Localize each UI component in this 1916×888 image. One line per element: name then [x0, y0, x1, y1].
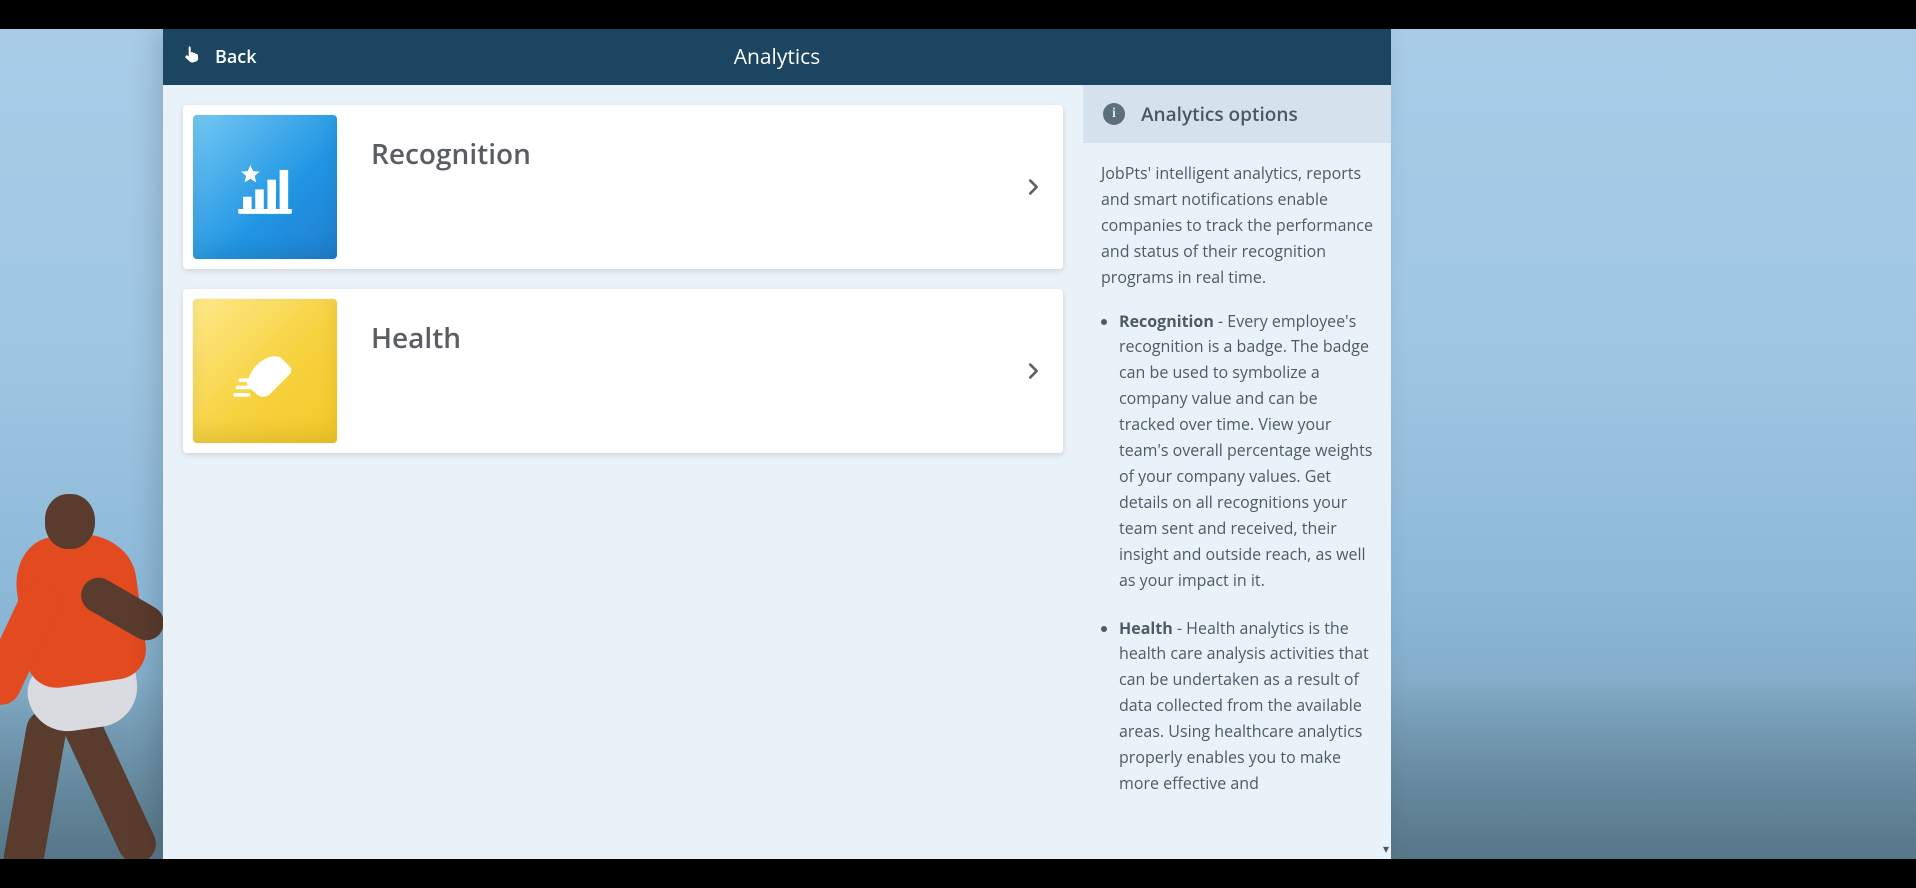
- sidebar-bullet-list: Recognition - Every employee's recogniti…: [1101, 309, 1373, 797]
- chevron-right-icon: [1003, 105, 1063, 269]
- sidebar-column: i Analytics options JobPts' intelligent …: [1083, 85, 1391, 859]
- card-health[interactable]: Health: [183, 289, 1063, 453]
- card-label: Recognition: [371, 135, 531, 173]
- sidebar-bullet: Health - Health analytics is the health …: [1119, 616, 1373, 797]
- sidebar-title: Analytics options: [1141, 101, 1298, 127]
- bullet-title: Health: [1119, 617, 1173, 639]
- panel-body: Recognition: [163, 85, 1391, 859]
- info-icon: i: [1103, 103, 1125, 125]
- card-label: Health: [371, 319, 461, 357]
- page-title: Analytics: [163, 43, 1391, 71]
- sidebar-bullet: Recognition - Every employee's recogniti…: [1119, 309, 1373, 594]
- chart-star-icon: [193, 115, 337, 259]
- sneaker-icon: [193, 299, 337, 443]
- letterbox-bottom: [0, 859, 1916, 888]
- cards-column: Recognition: [163, 85, 1083, 859]
- panel-header: Back Analytics: [163, 29, 1391, 85]
- bullet-text: - Health analytics is the health care an…: [1119, 617, 1369, 794]
- sidebar-header: i Analytics options: [1083, 85, 1391, 143]
- sidebar-content[interactable]: JobPts' intelligent analytics, reports a…: [1083, 143, 1391, 859]
- analytics-panel: Back Analytics: [163, 29, 1391, 859]
- scroll-down-indicator[interactable]: ▾: [1383, 840, 1389, 857]
- letterbox-top: [0, 0, 1916, 29]
- card-label-box: Health: [347, 289, 1003, 453]
- chevron-right-icon: [1003, 289, 1063, 453]
- sidebar-intro: JobPts' intelligent analytics, reports a…: [1101, 161, 1373, 291]
- card-icon-box: [183, 105, 347, 269]
- card-label-box: Recognition: [347, 105, 1003, 269]
- back-button[interactable]: Back: [163, 29, 275, 85]
- back-button-label: Back: [215, 45, 257, 69]
- bullet-title: Recognition: [1119, 310, 1214, 332]
- stage-background: Back Analytics: [0, 29, 1916, 859]
- card-recognition[interactable]: Recognition: [183, 105, 1063, 269]
- pointer-hand-icon: [181, 43, 203, 71]
- bullet-text: - Every employee's recognition is a badg…: [1119, 310, 1372, 591]
- card-icon-box: [183, 289, 347, 453]
